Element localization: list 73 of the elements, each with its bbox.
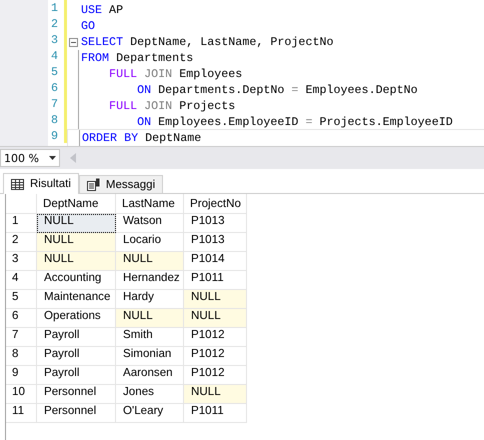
zoom-dropdown[interactable]: 100 % xyxy=(0,149,60,167)
table-cell[interactable]: P1014 xyxy=(184,252,247,271)
line-number: 7 xyxy=(50,97,58,113)
table-cell[interactable]: NULL xyxy=(116,252,184,271)
table-cell[interactable]: P1012 xyxy=(184,328,247,347)
table-cell[interactable]: Locario xyxy=(116,233,184,252)
table-cell[interactable]: NULL xyxy=(37,214,116,233)
results-tab[interactable]: Risultati xyxy=(3,173,79,194)
code-line: ON Employees.EmployeeID = Projects.EmployeeID xyxy=(136,114,453,130)
table-cell[interactable]: Smith xyxy=(116,328,184,347)
column-header[interactable]: LastName xyxy=(116,194,184,214)
table-cell[interactable]: P1011 xyxy=(184,271,247,290)
table-cell[interactable]: Personnel xyxy=(37,404,116,423)
line-number: 1 xyxy=(50,1,58,17)
row-number[interactable]: 8 xyxy=(6,347,37,366)
table-cell[interactable]: Personnel xyxy=(37,385,116,404)
table-cell[interactable]: P1012 xyxy=(184,366,247,385)
table-cell[interactable]: Accounting xyxy=(37,271,116,290)
code-line: USE AP xyxy=(80,2,124,18)
code-line: ORDER BY DeptName xyxy=(81,130,202,146)
row-number[interactable]: 5 xyxy=(6,290,37,309)
table-cell[interactable]: P1011 xyxy=(184,404,247,423)
row-number[interactable]: 1 xyxy=(6,214,37,233)
line-number: 4 xyxy=(50,49,58,65)
code-line: ON Departments.DeptNo = Employees.DeptNo xyxy=(136,82,418,98)
row-number[interactable]: 9 xyxy=(6,366,37,385)
code-line: FULL JOIN Projects xyxy=(108,98,236,114)
table-cell[interactable]: Maintenance xyxy=(37,290,116,309)
code-line: GO xyxy=(80,18,96,34)
code-line: FULL JOIN Employees xyxy=(108,66,242,82)
grid-icon xyxy=(11,178,24,190)
table-cell[interactable]: NULL xyxy=(37,233,116,252)
table-cell[interactable]: Watson xyxy=(116,214,184,233)
table-cell[interactable]: Payroll xyxy=(37,347,116,366)
row-number[interactable]: 10 xyxy=(6,385,37,404)
line-number: 8 xyxy=(50,113,58,129)
row-number[interactable]: 6 xyxy=(6,309,37,328)
line-number: 6 xyxy=(50,81,58,97)
results-tab[interactable]: Messaggi xyxy=(78,175,164,193)
column-header[interactable]: DeptName xyxy=(37,194,116,214)
table-cell[interactable]: P1013 xyxy=(184,214,247,233)
table-cell[interactable]: NULL xyxy=(184,309,247,328)
code-editor[interactable] xyxy=(0,0,484,146)
row-number[interactable]: 2 xyxy=(6,233,37,252)
table-cell[interactable]: Payroll xyxy=(37,328,116,347)
table-cell[interactable]: Aaronsen xyxy=(116,366,184,385)
table-cell[interactable]: Hardy xyxy=(116,290,184,309)
table-cell[interactable]: NULL xyxy=(184,385,247,404)
table-cell[interactable]: P1012 xyxy=(184,347,247,366)
code-line: FROM Departments xyxy=(80,50,194,66)
line-number: 2 xyxy=(50,17,58,33)
row-number[interactable]: 4 xyxy=(6,271,37,290)
row-number[interactable]: 11 xyxy=(6,404,37,423)
collapse-icon[interactable] xyxy=(68,38,78,46)
line-number: 9 xyxy=(50,129,58,145)
table-cell[interactable]: Jones xyxy=(116,385,184,404)
caret-icon[interactable] xyxy=(49,156,56,160)
table-cell[interactable]: O'Leary xyxy=(116,404,184,423)
table-cell[interactable]: Operations xyxy=(37,309,116,328)
document-icon xyxy=(86,178,100,191)
table-cell[interactable]: NULL xyxy=(184,290,247,309)
line-number: 3 xyxy=(50,33,58,49)
table-cell[interactable]: P1013 xyxy=(184,233,247,252)
table-cell[interactable]: NULL xyxy=(37,252,116,271)
table-cell[interactable]: Simonian xyxy=(116,347,184,366)
table-cell[interactable]: Payroll xyxy=(37,366,116,385)
row-number[interactable]: 7 xyxy=(6,328,37,347)
column-header[interactable]: ProjectNo xyxy=(184,194,247,214)
table-cell[interactable]: Hernandez xyxy=(116,271,184,290)
line-number: 5 xyxy=(50,65,58,81)
row-number[interactable]: 3 xyxy=(6,252,37,271)
table-cell[interactable]: NULL xyxy=(116,309,184,328)
code-line: SELECT DeptName, LastName, ProjectNo xyxy=(80,34,334,50)
